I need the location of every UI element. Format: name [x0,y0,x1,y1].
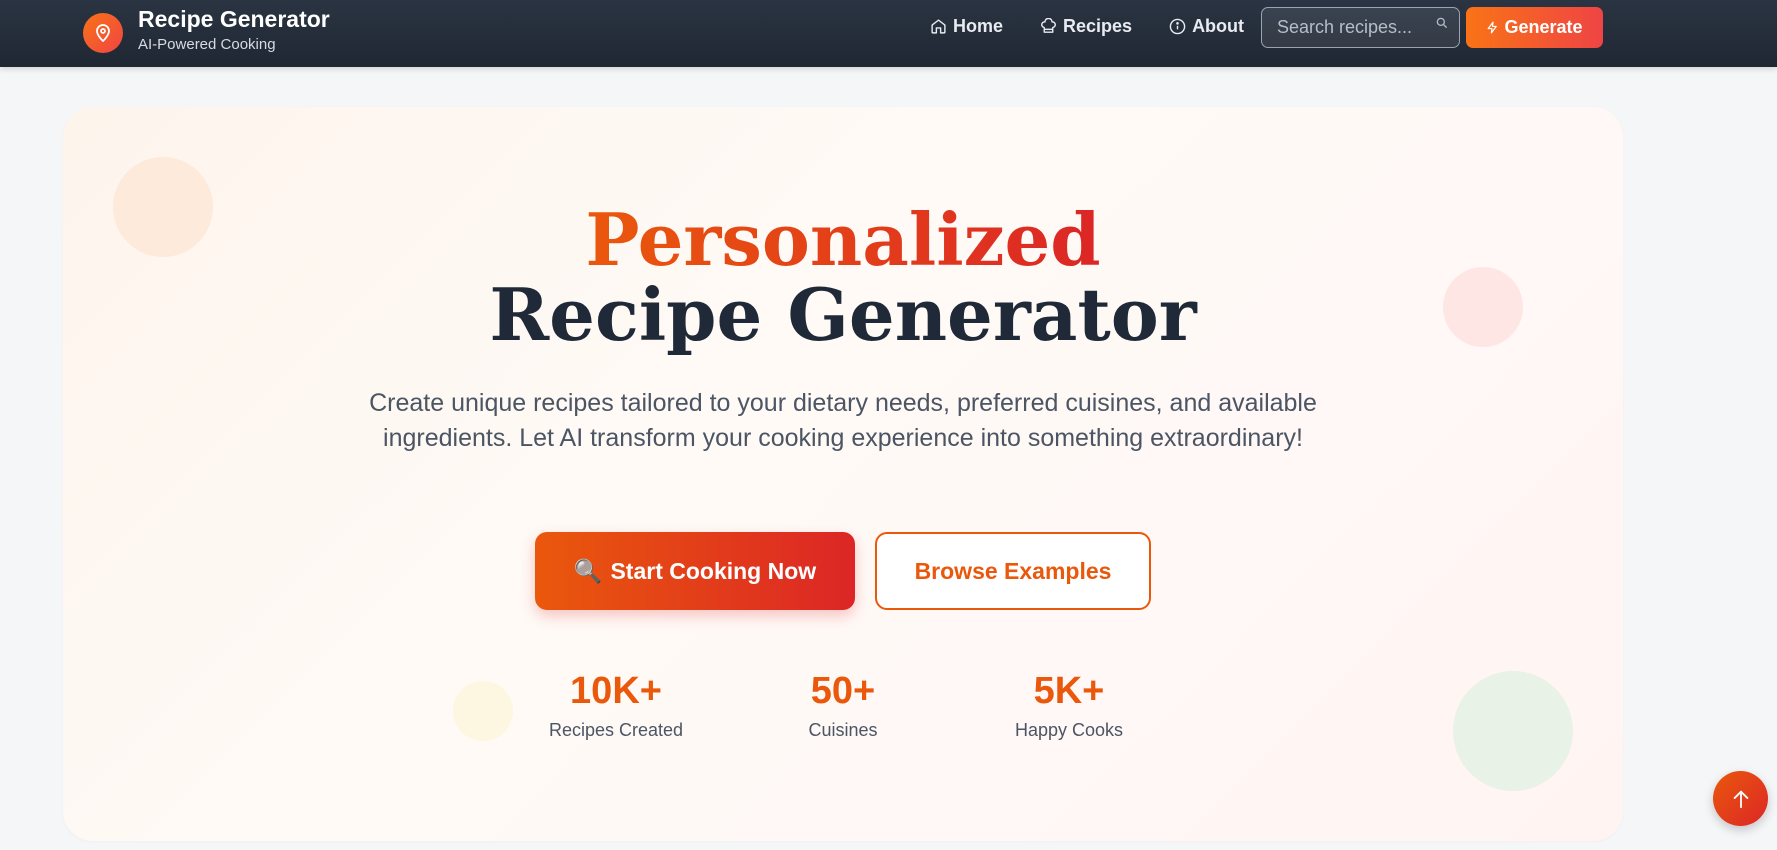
nav-link-label: About [1192,16,1245,36]
nav-link-about[interactable]: About [1169,16,1244,37]
stat-value: 10K+ [570,670,662,712]
generate-button[interactable]: Generate [1466,7,1603,48]
hero-description: Create unique recipes tailored to your d… [369,389,1317,452]
search-icon[interactable] [1435,16,1449,30]
nav-link-recipes[interactable]: Recipes [1040,16,1132,37]
nav-link-label: Recipes [1063,16,1133,36]
hero-title-line1: Personalized [585,197,1101,282]
scroll-to-top-button[interactable] [1713,771,1768,826]
stat-cuisines: 50+ Cuisines [743,669,943,741]
search-box [1261,7,1460,48]
stat-label: Happy Cooks [1014,720,1124,740]
browse-examples-label: Browse Examples [914,557,1112,584]
decor-circle [453,681,513,741]
start-cooking-button[interactable]: 🔍 Start Cooking Now [535,532,855,610]
stat-happy-cooks: 5K+ Happy Cooks [969,669,1169,741]
hero-section: Personalized Recipe Generator Create uni… [63,107,1623,841]
info-icon [1169,18,1186,35]
stat-value: 50+ [810,670,876,712]
decor-circle [1453,671,1573,791]
nav-links: Home Recipes About [930,16,1281,37]
brand[interactable]: Recipe Generator AI-Powered Cooking [83,6,330,55]
brand-title: Recipe Generator [138,6,330,32]
nav-link-home[interactable]: Home [930,16,1003,37]
location-pin-icon [83,12,123,53]
search-input[interactable] [1262,17,1427,38]
stat-label: Cuisines [808,720,878,740]
home-icon [931,19,946,34]
lightning-icon [1488,21,1498,34]
brand-subtitle: AI-Powered Cooking [138,36,276,53]
stat-recipes-created: 10K+ Recipes Created [516,669,716,741]
hero-title-line2: Recipe Generator [489,272,1197,357]
stat-label: Recipes Created [548,720,684,740]
navbar: Recipe Generator AI-Powered Cooking Home… [0,0,1777,67]
magnifier-icon: 🔍 [573,557,603,584]
arrow-up-icon [1733,790,1748,808]
stat-value: 5K+ [1033,670,1105,712]
generate-label: Generate [1504,17,1583,37]
nav-link-label: Home [953,16,1004,36]
start-cooking-label: Start Cooking Now [610,557,817,584]
browse-examples-button[interactable]: Browse Examples [875,532,1151,610]
chef-hat-icon [1041,18,1056,33]
